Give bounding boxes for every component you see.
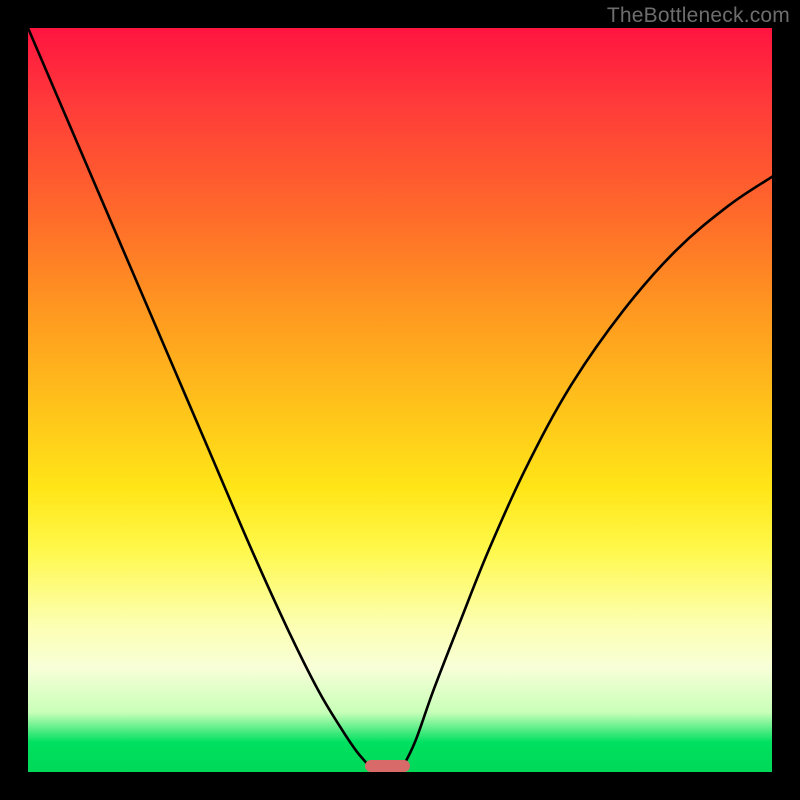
curve-right-branch (400, 177, 772, 772)
curve-left-branch (28, 28, 374, 772)
chart-frame: TheBottleneck.com (0, 0, 800, 800)
watermark-text: TheBottleneck.com (607, 4, 790, 28)
bottleneck-curve (28, 28, 772, 772)
optimal-marker (365, 760, 410, 772)
plot-area (28, 28, 772, 772)
